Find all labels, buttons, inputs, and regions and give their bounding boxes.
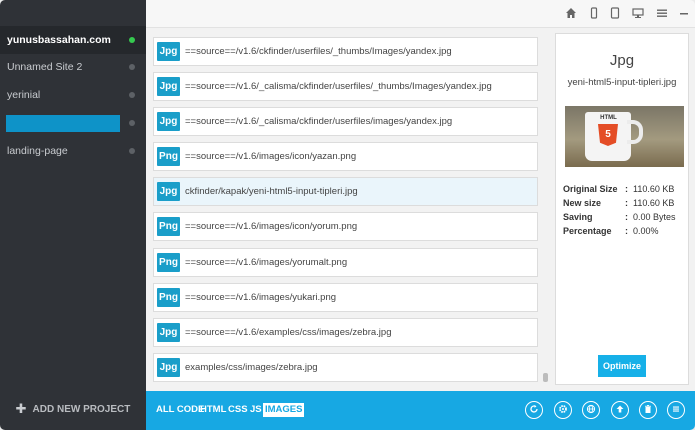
sidebar-site-0[interactable]: yunusbassahan.com [0,26,146,54]
refresh-icon[interactable] [525,401,543,419]
file-type-badge: Png [157,288,180,307]
stat-value: 0.00% [633,226,659,236]
scrollbar-thumb[interactable] [543,373,548,382]
file-type-badge: Jpg [157,182,180,201]
file-path: ckfinder/kapak/yeni-html5-input-tipleri.… [185,186,358,197]
file-path: ==source==/v1.6/images/icon/yorum.png [185,221,358,232]
stat-separator: : [625,184,628,194]
file-path: ==source==/v1.6/_calisma/ckfinder/userfi… [185,81,492,92]
optimize-button[interactable]: Optimize [598,355,646,377]
sidebar: yunusbassahan.com Unnamed Site 2 yerinia… [0,0,146,430]
sidebar-site-2[interactable]: yerinial [0,81,146,109]
file-row[interactable]: Jpg ==source==/v1.6/examples/css/images/… [153,318,538,347]
file-row[interactable]: Jpg examples/css/images/zebra.jpg [153,353,538,382]
list-icon[interactable] [667,401,685,419]
detail-file-name: yeni-html5-input-tipleri.jpg [567,77,677,88]
minimize-icon[interactable] [677,7,691,21]
site-name: yerinial [7,89,41,101]
add-project-label: ADD NEW PROJECT [32,403,131,415]
stat-separator: : [625,198,628,208]
sidebar-site-1[interactable]: Unnamed Site 2 [0,53,146,81]
stat-saving: Saving : 0.00 Bytes [563,210,687,224]
filter-images[interactable]: IMAGES [263,403,305,417]
status-dot [129,37,135,43]
image-detail-panel: Jpg yeni-html5-input-tipleri.jpg HTML 5 … [555,33,689,385]
stat-label: Percentage [563,226,612,236]
monitor-icon[interactable] [631,7,645,21]
file-path: ==source==/v1.6/images/yukari.png [185,292,337,303]
stat-original-size: Original Size : 110.60 KB [563,182,687,196]
file-row[interactable]: Jpg ==source==/v1.6/_calisma/ckfinder/us… [153,107,538,136]
file-path: ==source==/v1.6/examples/css/images/zebr… [185,327,392,338]
file-type-badge: Jpg [157,358,180,377]
stat-separator: : [625,212,628,222]
phone-icon[interactable] [587,7,601,21]
upload-icon[interactable] [611,401,629,419]
image-preview: HTML 5 [565,106,684,167]
file-row[interactable]: Png ==source==/v1.6/images/icon/yorum.pn… [153,212,538,241]
bottom-toolbar: ALL CODE HTML CSS JS IMAGES [146,391,695,430]
stat-new-size: New size : 110.60 KB [563,196,687,210]
file-type-badge: Jpg [157,323,180,342]
stat-separator: : [625,226,628,236]
file-list: Jpg ==source==/v1.6/ckfinder/userfiles/_… [146,28,548,391]
stat-percentage: Percentage : 0.00% [563,224,687,238]
site-name: landing-page [7,145,68,157]
file-path: ==source==/v1.6/ckfinder/userfiles/_thum… [185,46,452,57]
sidebar-site-4[interactable]: landing-page [0,137,146,165]
detail-file-type: Jpg [609,52,635,69]
file-row[interactable]: Jpg ==source==/v1.6/ckfinder/userfiles/_… [153,37,538,66]
stat-value: 110.60 KB [633,184,675,194]
html5-logo-icon: 5 [598,124,618,146]
file-type-badge: Png [157,253,180,272]
file-type-badge: Jpg [157,112,180,131]
tablet-icon[interactable] [608,7,622,21]
file-row[interactable]: Png ==source==/v1.6/images/icon/yazan.pn… [153,142,538,171]
stat-label: Saving [563,212,593,222]
file-path: ==source==/v1.6/images/yorumalt.png [185,257,348,268]
app-window: yunusbassahan.com Unnamed Site 2 yerinia… [0,0,695,430]
site-name: yunusbassahan.com [7,34,111,46]
filter-js[interactable]: JS [248,403,264,417]
mug-handle-shape [627,120,643,144]
file-path: ==source==/v1.6/_calisma/ckfinder/userfi… [185,116,453,127]
globe-icon[interactable] [582,401,600,419]
menu-icon[interactable] [655,7,669,21]
status-dot [129,64,135,70]
file-type-badge: Jpg [157,42,180,61]
preview-label: HTML [600,115,617,121]
stat-value: 0.00 Bytes [633,212,676,222]
settings-icon[interactable] [554,401,572,419]
file-type-badge: Png [157,217,180,236]
file-row[interactable]: Png ==source==/v1.6/images/yorumalt.png [153,248,538,277]
site-name: Unnamed Site 2 [7,61,83,73]
size-stats: Original Size : 110.60 KB New size : 110… [563,182,687,238]
top-toolbar [146,0,695,28]
status-dot [129,120,135,126]
file-row-selected[interactable]: Jpg ckfinder/kapak/yeni-html5-input-tipl… [153,177,538,206]
file-type-badge: Jpg [157,77,180,96]
stat-label: Original Size [563,184,618,194]
file-path: examples/css/images/zebra.jpg [185,362,318,373]
stat-value: 110.60 KB [633,198,675,208]
trash-icon[interactable] [639,401,657,419]
file-type-badge: Png [157,147,180,166]
file-path: ==source==/v1.6/images/icon/yazan.png [185,151,357,162]
home-icon[interactable] [564,7,578,21]
add-project-button[interactable]: ✚ ADD NEW PROJECT [0,388,146,430]
filter-css[interactable]: CSS [226,403,250,417]
status-dot [129,92,135,98]
stat-label: New size [563,198,602,208]
file-row[interactable]: Jpg ==source==/v1.6/_calisma/ckfinder/us… [153,72,538,101]
filter-html[interactable]: HTML [198,403,228,417]
plus-icon: ✚ [15,401,27,416]
site-name-input[interactable] [6,115,120,132]
file-row[interactable]: Png ==source==/v1.6/images/yukari.png [153,283,538,312]
status-dot [129,148,135,154]
